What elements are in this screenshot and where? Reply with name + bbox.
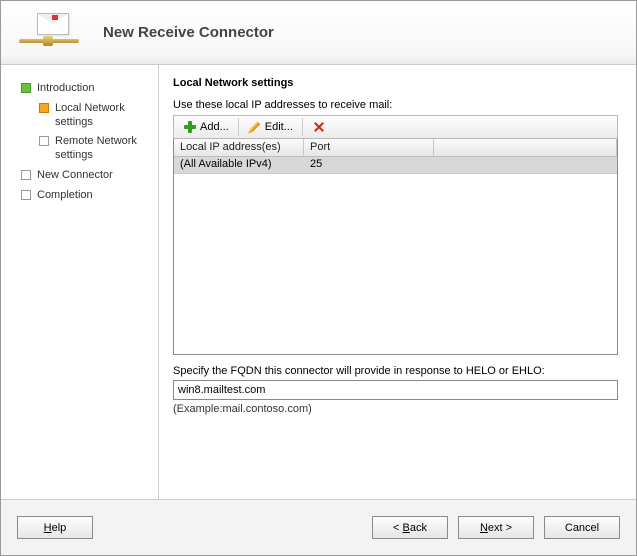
help-button[interactable]: Help [17,516,93,539]
nav-step-completion[interactable]: Completion [21,186,150,206]
grid-header: Local IP address(es) Port [174,139,617,157]
cancel-button[interactable]: Cancel [544,516,620,539]
cell-port: 25 [304,157,434,173]
wizard-footer: Help < Back Next > Cancel [1,499,636,555]
ip-address-grid[interactable]: Local IP address(es) Port (All Available… [173,139,618,355]
connector-icon [19,11,79,55]
wizard-header: New Receive Connector [1,1,636,65]
nav-step-local-network[interactable]: Local Network settings [21,99,150,133]
wizard-page: Local Network settings Use these local I… [159,65,636,499]
fqdn-example: (Example:mail.contoso.com) [173,403,618,415]
add-button[interactable]: Add... [176,117,236,137]
pencil-icon [248,120,262,134]
wizard-title: New Receive Connector [103,24,274,41]
col-header-port[interactable]: Port [304,139,434,156]
step-current-icon [39,103,49,113]
wizard-steps-sidebar: Introduction Local Network settings Remo… [1,65,159,499]
step-pending-icon [21,170,31,180]
step-pending-icon [21,190,31,200]
delete-x-icon [312,120,326,134]
step-pending-icon [39,136,49,146]
step-done-icon [21,83,31,93]
page-title: Local Network settings [173,77,618,89]
col-header-ip[interactable]: Local IP address(es) [174,139,304,156]
nav-step-new-connector[interactable]: New Connector [21,166,150,186]
table-row[interactable]: (All Available IPv4) 25 [174,157,617,174]
toolbar-separator [238,118,239,136]
nav-step-remote-network[interactable]: Remote Network settings [21,132,150,166]
delete-button[interactable] [305,117,333,137]
cell-ip: (All Available IPv4) [174,157,304,173]
back-button[interactable]: < Back [372,516,448,539]
fqdn-input[interactable] [173,380,618,400]
ip-toolbar: Add... Edit... [173,115,618,139]
col-header-empty [434,139,617,156]
nav-step-introduction[interactable]: Introduction [21,79,150,99]
fqdn-label: Specify the FQDN this connector will pro… [173,365,618,377]
toolbar-separator [302,118,303,136]
instruction-text: Use these local IP addresses to receive … [173,99,618,111]
next-button[interactable]: Next > [458,516,534,539]
plus-icon [183,120,197,134]
edit-button[interactable]: Edit... [241,117,300,137]
